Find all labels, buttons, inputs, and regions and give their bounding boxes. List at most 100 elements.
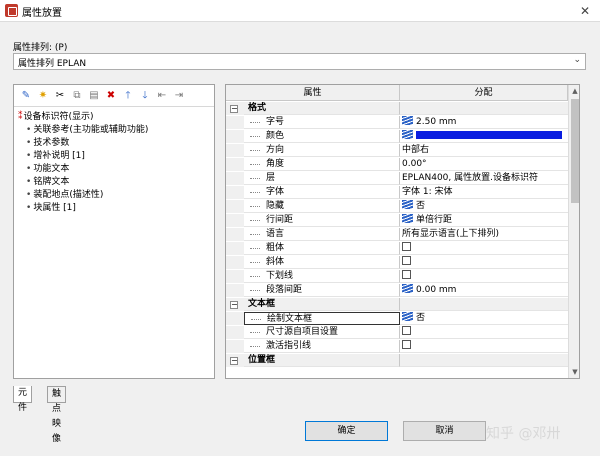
row-gutter <box>226 256 244 269</box>
tree-item-label: 关联参考(主功能或辅助功能) <box>33 125 149 135</box>
tree-item[interactable]: • 增补说明 [1] <box>26 150 85 163</box>
property-value[interactable]: 单倍行距 <box>400 214 568 227</box>
property-name: 隐藏 <box>244 200 400 213</box>
row-gutter <box>226 228 244 241</box>
expand-icon[interactable]: ⇥ <box>172 89 186 103</box>
property-value[interactable]: 2.50 mm <box>400 116 568 129</box>
property-value[interactable]: 0.00° <box>400 158 568 171</box>
checkbox[interactable] <box>402 256 411 265</box>
property-value[interactable] <box>400 102 568 115</box>
property-grid: 属性 分配 − 格式 字号 2.50 mm 颜色 方向 中部右 角度 0.00° 层 EPLAN40… <box>225 84 580 379</box>
cut-icon[interactable]: ✂ <box>53 89 67 103</box>
tree-toolbar: ✎ ✷ ✂ ⧉ ▤ ✖ 🡑 🡓 ⇤ ⇥ <box>14 85 214 107</box>
tree-item[interactable]: • 装配地点(描述性) <box>26 189 103 202</box>
collapse-icon[interactable]: − <box>230 105 238 113</box>
grid-property-row[interactable]: 段落间距 0.00 mm <box>226 284 568 297</box>
move-up-icon[interactable]: 🡑 <box>121 89 135 103</box>
ok-button[interactable]: 确定 <box>305 421 388 441</box>
header-value[interactable]: 分配 <box>400 85 568 101</box>
grid-property-row[interactable]: 激活指引线 <box>226 340 568 353</box>
grid-property-row[interactable]: 绘制文本框 否 <box>226 312 568 325</box>
bullet-icon: • <box>26 125 32 135</box>
grid-property-row[interactable]: 斜体 <box>226 256 568 269</box>
checkbox[interactable] <box>402 242 411 251</box>
property-name: 语言 <box>244 228 400 241</box>
grid-property-row[interactable]: 字体 字体 1: 宋体 <box>226 186 568 199</box>
property-value[interactable]: 0.00 mm <box>400 284 568 297</box>
property-value[interactable] <box>400 340 568 353</box>
grid-property-row[interactable]: 角度 0.00° <box>226 158 568 171</box>
grid-property-row[interactable]: 颜色 <box>226 130 568 143</box>
collapse-icon[interactable]: ⇤ <box>155 89 169 103</box>
tree-item[interactable]: • 技术参数 <box>26 137 69 150</box>
property-value[interactable]: 否 <box>400 312 568 325</box>
property-name: 位置框 <box>244 354 400 367</box>
collapse-icon[interactable]: − <box>230 357 238 365</box>
property-value[interactable] <box>400 130 568 143</box>
grid-property-row[interactable]: 语言 所有显示语言(上下排列) <box>226 228 568 241</box>
tree-item[interactable]: • 功能文本 <box>26 163 69 176</box>
property-name: 层 <box>244 172 400 185</box>
property-name: 下划线 <box>244 270 400 283</box>
tab-component[interactable]: 元件 <box>13 386 33 413</box>
chevron-down-icon: ⌄ <box>573 55 581 65</box>
watermark: 知乎 @邓卅 <box>486 426 561 442</box>
scroll-down-icon[interactable]: ▼ <box>569 366 579 378</box>
property-value[interactable]: 中部右 <box>400 144 568 157</box>
tree-item[interactable]: • 关联参考(主功能或辅助功能) <box>26 124 148 137</box>
grid-property-row[interactable]: 隐藏 否 <box>226 200 568 213</box>
row-gutter <box>226 270 244 283</box>
tree-item-label: 装配地点(描述性) <box>33 190 104 200</box>
close-icon[interactable]: ✕ <box>570 0 600 22</box>
row-gutter <box>226 172 244 185</box>
tree-item[interactable]: • 块属性 [1] <box>26 202 76 215</box>
property-value[interactable]: 字体 1: 宋体 <box>400 186 568 199</box>
sort-dropdown[interactable]: 属性排列 EPLAN ⌄ <box>13 53 586 70</box>
grid-category-row[interactable]: − 文本框 <box>226 298 568 311</box>
grid-property-row[interactable]: 方向 中部右 <box>226 144 568 157</box>
grid-property-row[interactable]: 行间距 单倍行距 <box>226 214 568 227</box>
tab-contact-image[interactable]: 触点映像 <box>47 386 67 444</box>
cancel-button[interactable]: 取消 <box>403 421 486 441</box>
delete-icon[interactable]: ✖ <box>104 89 118 103</box>
property-source-icon <box>402 200 413 209</box>
grid-property-row[interactable]: 尺寸源自项目设置 <box>226 326 568 339</box>
grid-property-row[interactable]: 字号 2.50 mm <box>226 116 568 129</box>
property-value[interactable] <box>400 270 568 283</box>
checkbox[interactable] <box>402 340 411 349</box>
property-value[interactable] <box>400 354 568 367</box>
tree-item[interactable]: • 铭牌文本 <box>26 176 69 189</box>
grid-property-row[interactable]: 层 EPLAN400, 属性放置.设备标识符 <box>226 172 568 185</box>
edit-icon[interactable]: ✎ <box>19 89 33 103</box>
color-swatch[interactable] <box>416 130 562 139</box>
row-gutter <box>226 144 244 157</box>
row-gutter <box>226 284 244 297</box>
property-value[interactable] <box>400 298 568 311</box>
property-value-text: 2.50 mm <box>416 117 457 127</box>
property-value[interactable] <box>400 326 568 339</box>
header-property[interactable]: 属性 <box>226 85 400 101</box>
row-gutter <box>226 200 244 213</box>
collapse-icon[interactable]: − <box>230 301 238 309</box>
scroll-up-icon[interactable]: ▲ <box>569 85 579 97</box>
property-value[interactable]: 所有显示语言(上下排列) <box>400 228 568 241</box>
property-value-text: 所有显示语言(上下排列) <box>402 229 500 239</box>
bullet-icon: • <box>26 203 32 213</box>
grid-category-row[interactable]: − 格式 <box>226 102 568 115</box>
copy-icon[interactable]: ⧉ <box>70 89 84 103</box>
grid-property-row[interactable]: 下划线 <box>226 270 568 283</box>
property-value[interactable]: EPLAN400, 属性放置.设备标识符 <box>400 172 568 185</box>
tree-item-root[interactable]: ⁑设备标识符(显示) <box>18 111 94 124</box>
checkbox[interactable] <box>402 270 411 279</box>
checkbox[interactable] <box>402 326 411 335</box>
property-value[interactable]: 否 <box>400 200 568 213</box>
grid-scrollbar[interactable]: ▲ ▼ <box>568 85 579 378</box>
move-down-icon[interactable]: 🡓 <box>138 89 152 103</box>
property-value[interactable] <box>400 256 568 269</box>
new-icon[interactable]: ✷ <box>36 89 50 103</box>
property-value[interactable] <box>400 242 568 255</box>
grid-property-row[interactable]: 粗体 <box>226 242 568 255</box>
grid-category-row[interactable]: − 位置框 <box>226 354 568 367</box>
scroll-thumb[interactable] <box>571 99 579 203</box>
paste-icon[interactable]: ▤ <box>87 89 101 103</box>
